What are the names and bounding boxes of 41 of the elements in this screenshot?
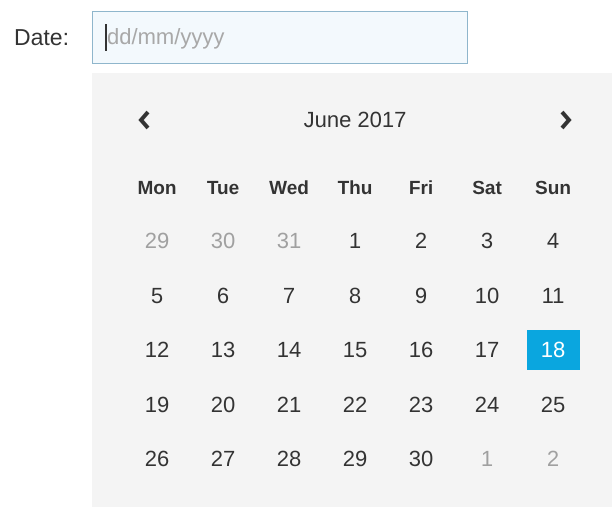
- field-label: Date:: [14, 24, 70, 50]
- day-cell[interactable]: 20: [196, 384, 250, 425]
- day-cell[interactable]: 19: [130, 384, 184, 425]
- day-cell[interactable]: 15: [328, 330, 382, 370]
- day-cell[interactable]: 5: [130, 276, 184, 316]
- day-cell[interactable]: 24: [460, 384, 514, 425]
- day-cell[interactable]: 11: [526, 276, 580, 316]
- date-input[interactable]: dd/mm/yyyy: [92, 10, 468, 64]
- day-cell[interactable]: 1: [328, 221, 382, 262]
- day-cell[interactable]: 4: [526, 221, 580, 262]
- weekday-header: Sun: [534, 177, 572, 201]
- weekday-header: Sat: [471, 177, 503, 201]
- day-cell[interactable]: 22: [328, 384, 382, 425]
- day-cell[interactable]: 13: [196, 330, 250, 370]
- month-title: June 2017: [304, 107, 406, 133]
- weekday-header: Fri: [408, 177, 434, 201]
- chevron-left-icon: [137, 110, 151, 130]
- day-cell[interactable]: 23: [394, 384, 448, 425]
- day-cell[interactable]: 21: [262, 384, 316, 425]
- day-cell[interactable]: 12: [130, 330, 184, 370]
- day-cell[interactable]: 28: [262, 439, 316, 480]
- day-cell[interactable]: 16: [394, 330, 448, 370]
- day-cell[interactable]: 9: [394, 276, 448, 316]
- day-cell[interactable]: 3: [460, 221, 514, 262]
- weekday-header: Tue: [206, 177, 240, 201]
- day-cell[interactable]: 6: [196, 276, 250, 316]
- weekday-header: Wed: [268, 177, 310, 201]
- day-cell[interactable]: 27: [196, 439, 250, 480]
- day-cell[interactable]: 14: [262, 330, 316, 370]
- day-cell[interactable]: 25: [526, 384, 580, 425]
- day-cell[interactable]: 2: [394, 221, 448, 262]
- weekday-header: Mon: [136, 177, 178, 201]
- weekday-header: Thu: [336, 177, 374, 201]
- chevron-right-icon: [558, 110, 573, 130]
- day-cell[interactable]: 17: [460, 330, 514, 370]
- day-cell[interactable]: 30: [394, 439, 448, 480]
- day-cell[interactable]: 29: [328, 439, 382, 480]
- day-cell[interactable]: 26: [130, 439, 184, 480]
- day-cell[interactable]: 7: [262, 276, 316, 316]
- day-cell[interactable]: 8: [328, 276, 382, 316]
- day-cell[interactable]: 10: [460, 276, 514, 316]
